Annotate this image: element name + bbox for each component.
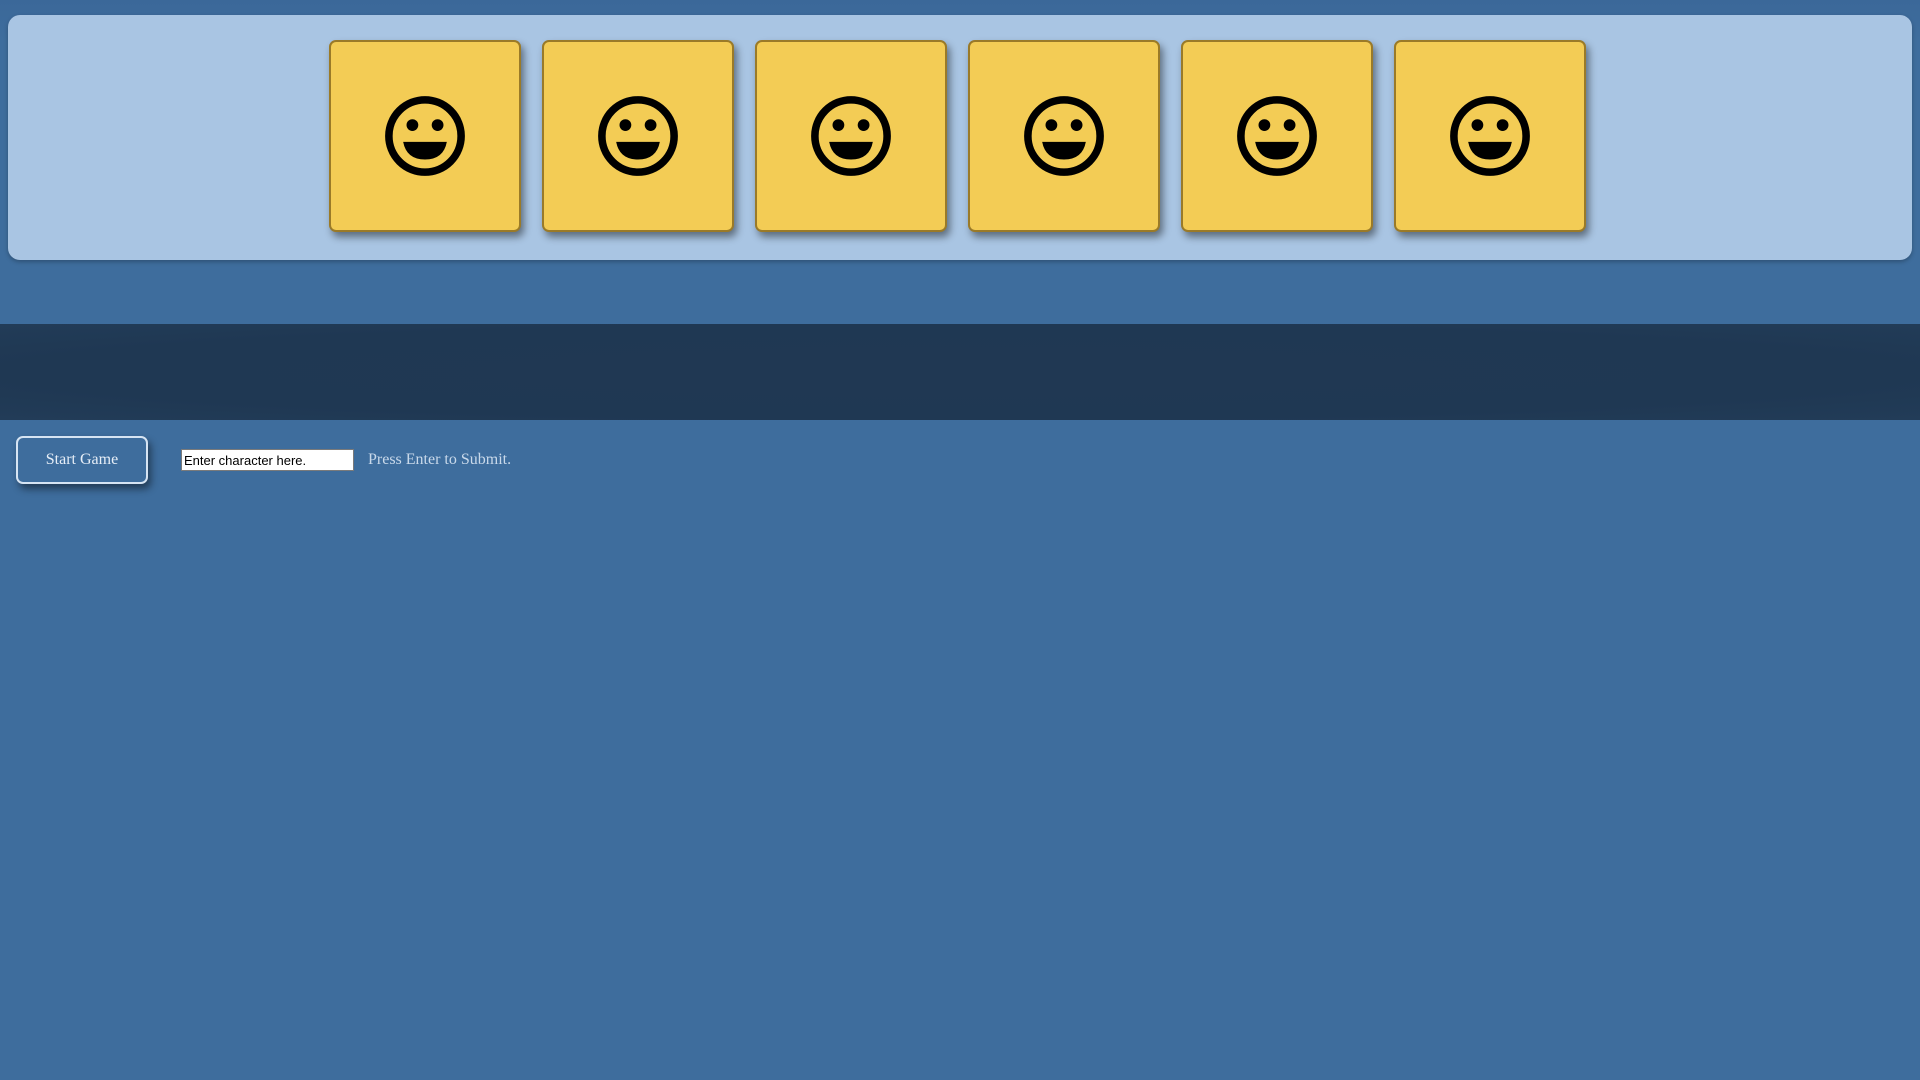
character-input[interactable] bbox=[181, 449, 354, 471]
smiley-face-icon bbox=[1022, 94, 1106, 178]
submit-hint: Press Enter to Submit. bbox=[368, 451, 512, 468]
smiley-face-icon bbox=[1235, 94, 1319, 178]
letter-tile[interactable] bbox=[1393, 40, 1586, 232]
smiley-face-icon bbox=[809, 94, 893, 178]
letter-tile[interactable] bbox=[967, 40, 1160, 232]
word-display-band bbox=[0, 324, 1920, 420]
smiley-face-icon bbox=[596, 94, 680, 178]
letter-tile[interactable] bbox=[541, 40, 734, 232]
tile-row bbox=[8, 40, 1912, 232]
start-game-button[interactable]: Start Game bbox=[16, 436, 148, 484]
controls-bar: Start Game Press Enter to Submit. bbox=[16, 436, 511, 484]
smiley-face-icon bbox=[1448, 94, 1532, 178]
letter-tile[interactable] bbox=[1180, 40, 1373, 232]
letter-tile[interactable] bbox=[328, 40, 521, 232]
tile-panel bbox=[8, 15, 1912, 260]
smiley-face-icon bbox=[383, 94, 467, 178]
letter-tile[interactable] bbox=[754, 40, 947, 232]
game-page: Start Game Press Enter to Submit. bbox=[0, 0, 1920, 1080]
